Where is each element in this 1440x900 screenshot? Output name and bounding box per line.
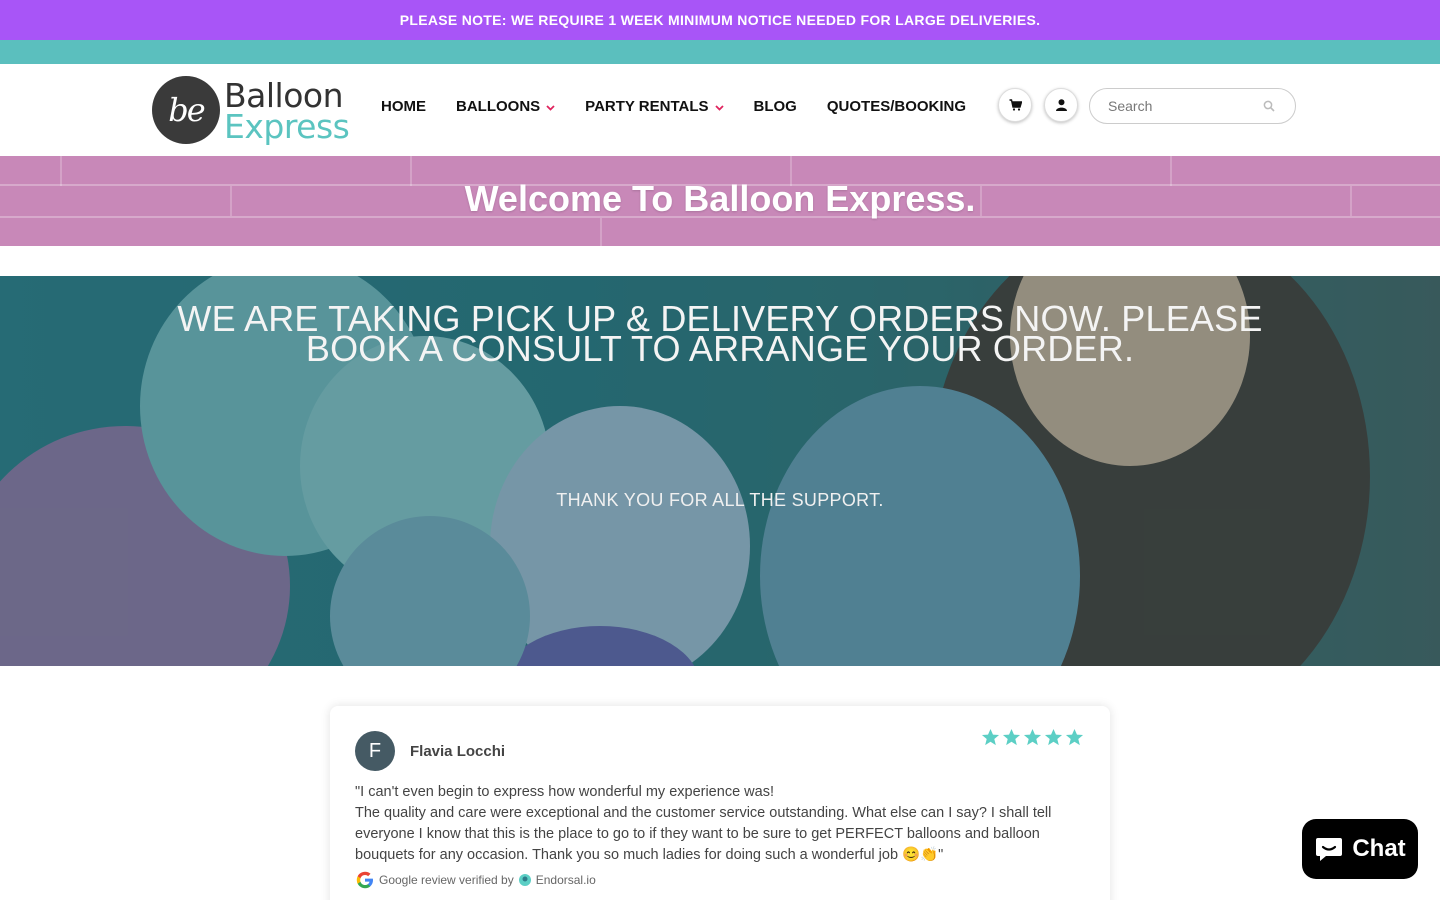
avatar-initial: F [368, 739, 382, 762]
hero-title: WE ARE TAKING PICK UP & DELIVERY ORDERS … [177, 298, 1263, 369]
welcome-banner: Welcome To Balloon Express. [0, 156, 1440, 246]
star-icon [981, 728, 1000, 746]
nav-item-quotes-booking[interactable]: QUOTES/BOOKING [827, 98, 966, 115]
logo-word-express: Express [224, 107, 350, 146]
chevron-down-icon [714, 102, 724, 114]
chat-bubble-icon [1316, 838, 1343, 861]
review-card: F Flavia Locchi "I can't even begin to e… [330, 706, 1110, 900]
cart-icon [1009, 99, 1022, 111]
reviewer-name: Flavia Locchi [410, 743, 506, 760]
cart-button[interactable] [998, 88, 1032, 122]
nav-item-blog[interactable]: BLOG [754, 98, 797, 115]
verified-brand[interactable]: Endorsal.io [536, 873, 596, 887]
user-icon [1055, 99, 1067, 111]
nav-item-party-rentals[interactable]: PARTY RENTALS [585, 98, 724, 115]
nav-item-label: BALLOONS [456, 98, 541, 115]
nav-item-home[interactable]: HOME [381, 98, 426, 115]
endorsal-icon [518, 874, 531, 886]
star-icon [1002, 728, 1021, 746]
chevron-down-icon [546, 102, 555, 114]
avatar: F [355, 731, 395, 771]
review-text: "I can't even begin to express how wonde… [355, 782, 1075, 866]
nav-item-label: QUOTES/BOOKING [826, 98, 967, 115]
hero-subtitle: THANK YOU FOR ALL THE SUPPORT. [556, 490, 884, 510]
star-icon [1044, 728, 1063, 746]
announcement-bar: PLEASE NOTE: WE REQUIRE 1 WEEK MINIMUM N… [0, 0, 1440, 40]
search-icon[interactable] [1263, 100, 1275, 112]
main-nav: HOME BALLOONS PARTY RENTALS BLOG QUOTES/… [381, 98, 996, 115]
hero-slideshow: WE ARE TAKING PICK UP & DELIVERY ORDERS … [0, 276, 1440, 666]
logo-mark: be [152, 76, 220, 144]
page-title: Welcome To Balloon Express. [464, 178, 976, 219]
google-icon [356, 871, 373, 889]
account-button[interactable] [1044, 88, 1078, 122]
announcement-text: PLEASE NOTE: WE REQUIRE 1 WEEK MINIMUM N… [399, 12, 1041, 28]
brick-line [600, 218, 602, 246]
chat-button[interactable]: Chat [1302, 819, 1418, 879]
site-header: be Balloon Express HOME BALLOONS PARTY R… [0, 64, 1440, 156]
search-box [1089, 88, 1296, 124]
star-icon [1065, 728, 1084, 746]
logo-mark-text: be [168, 91, 205, 129]
accent-strip [0, 40, 1440, 64]
star-rating [981, 728, 1084, 747]
review-text-line: "I can't even begin to express how wonde… [355, 784, 774, 800]
verified-badge: Google review verified by Endorsal.io [355, 870, 596, 890]
verified-prefix: Google review verified by [379, 873, 514, 887]
nav-item-label: PARTY RENTALS [585, 98, 709, 115]
nav-item-label: BLOG [753, 98, 797, 115]
review-text-line: The quality and care were exceptional an… [355, 805, 1052, 863]
logo[interactable]: be Balloon Express [152, 76, 352, 146]
nav-item-label: HOME [381, 98, 426, 115]
search-input[interactable] [1108, 98, 1258, 114]
star-icon [1023, 728, 1042, 746]
nav-item-balloons[interactable]: BALLOONS [456, 98, 555, 115]
chat-label: Chat [1352, 835, 1406, 862]
